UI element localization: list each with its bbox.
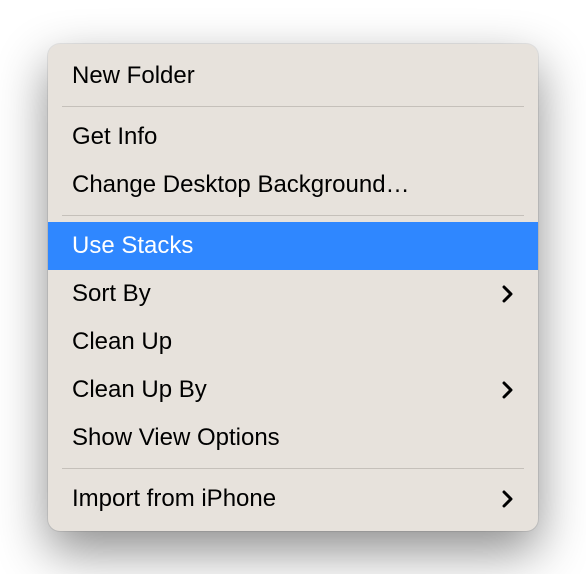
menu-item-change-desktop-background[interactable]: Change Desktop Background… bbox=[48, 161, 538, 209]
menu-item-import-from-iphone[interactable]: Import from iPhone bbox=[48, 475, 538, 523]
menu-separator bbox=[62, 468, 524, 469]
chevron-right-icon bbox=[502, 381, 514, 399]
menu-item-label: New Folder bbox=[72, 58, 195, 94]
menu-item-new-folder[interactable]: New Folder bbox=[48, 52, 538, 100]
menu-item-label: Change Desktop Background… bbox=[72, 167, 410, 203]
menu-separator bbox=[62, 215, 524, 216]
menu-item-get-info[interactable]: Get Info bbox=[48, 113, 538, 161]
menu-item-label: Sort By bbox=[72, 276, 151, 312]
context-menu: New Folder Get Info Change Desktop Backg… bbox=[48, 44, 538, 531]
menu-item-label: Use Stacks bbox=[72, 228, 193, 264]
menu-item-label: Import from iPhone bbox=[72, 481, 276, 517]
menu-item-sort-by[interactable]: Sort By bbox=[48, 270, 538, 318]
menu-item-label: Get Info bbox=[72, 119, 157, 155]
chevron-right-icon bbox=[502, 285, 514, 303]
menu-item-clean-up-by[interactable]: Clean Up By bbox=[48, 366, 538, 414]
menu-item-show-view-options[interactable]: Show View Options bbox=[48, 414, 538, 462]
menu-separator bbox=[62, 106, 524, 107]
chevron-right-icon bbox=[502, 490, 514, 508]
menu-item-label: Clean Up bbox=[72, 324, 172, 360]
menu-item-clean-up[interactable]: Clean Up bbox=[48, 318, 538, 366]
menu-item-label: Show View Options bbox=[72, 420, 280, 456]
menu-item-use-stacks[interactable]: Use Stacks bbox=[48, 222, 538, 270]
menu-item-label: Clean Up By bbox=[72, 372, 207, 408]
